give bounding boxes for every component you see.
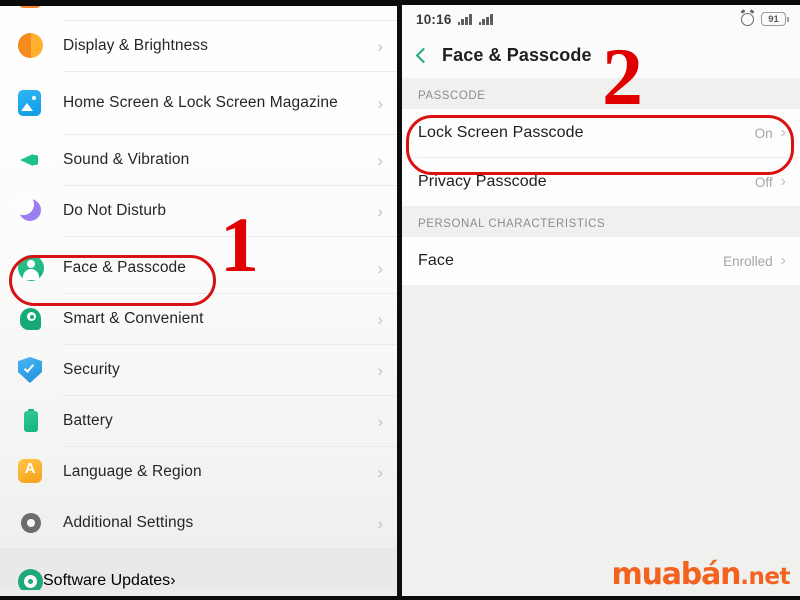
list-item-privacy-passcode[interactable]: Privacy Passcode Off › [402, 158, 800, 206]
language-region-icon: A [18, 459, 44, 485]
sidebar-item-additional-settings[interactable]: Additional Settings › [0, 498, 397, 548]
signal-bars-icon [457, 13, 472, 25]
list-item-face[interactable]: Face Enrolled › [402, 237, 800, 285]
chevron-right-icon: › [223, 0, 228, 5]
chevron-right-icon: › [377, 411, 383, 431]
list-item-label: Privacy Passcode [418, 173, 547, 190]
language-icon-glyph: A [24, 460, 36, 477]
sidebar-item-battery[interactable]: Battery › [0, 396, 397, 446]
chevron-right-icon: › [377, 150, 383, 170]
sidebar-item-software-updates[interactable]: Software Updates › [0, 548, 397, 590]
sidebar-item-language-region[interactable]: A Language & Region › [0, 447, 397, 497]
status-bar-time: 10:16 [416, 11, 452, 27]
list-item-label: Lock Screen Passcode [418, 124, 584, 141]
navigation-bar: Face & Passcode [402, 33, 800, 78]
signal-bars-icon-2 [478, 13, 493, 25]
sidebar-item-notifications[interactable]: Notifications & Status Bar › [0, 0, 397, 20]
sound-vibration-icon [18, 147, 44, 173]
sidebar-item-label: Do Not Disturb [63, 202, 167, 220]
left-settings-panel: Notifications & Status Bar › Display & B… [0, 0, 397, 600]
status-bar: 10:16 91 [402, 0, 800, 33]
status-badge-battery: 91 [761, 12, 789, 26]
status-bar-signals [457, 13, 493, 25]
display-brightness-icon [18, 33, 44, 59]
list-item-value: Enrolled [723, 253, 773, 269]
list-item-value: On [754, 125, 773, 141]
chevron-right-icon: › [377, 513, 383, 533]
chevron-right-icon: › [377, 462, 383, 482]
security-shield-icon [18, 357, 44, 383]
home-screen-icon [18, 90, 44, 116]
chevron-right-icon: › [780, 252, 786, 269]
additional-settings-gear-icon [18, 510, 44, 536]
section-header-passcode: PASSCODE [402, 78, 800, 109]
chevron-right-icon: › [377, 201, 383, 221]
watermark-text: muabán [611, 557, 742, 592]
alarm-clock-icon [741, 12, 754, 26]
back-chevron-icon[interactable] [415, 47, 432, 64]
sidebar-item-smart-convenient[interactable]: Smart & Convenient › [0, 294, 397, 344]
face-passcode-icon [18, 255, 44, 281]
sidebar-item-label: Notifications & Status Bar [42, 0, 223, 5]
sidebar-item-label: Face & Passcode [63, 259, 186, 277]
chevron-right-icon: › [780, 124, 786, 141]
right-detail-panel: 10:16 91 Face & Passcode PASSCODE Lock S… [402, 0, 800, 600]
sidebar-item-label: Software Updates [43, 572, 171, 589]
chevron-right-icon: › [780, 173, 786, 190]
sidebar-item-label: Smart & Convenient [63, 310, 204, 328]
sidebar-item-display-brightness[interactable]: Display & Brightness › [0, 21, 397, 71]
page-title: Face & Passcode [442, 45, 592, 65]
chevron-right-icon: › [377, 258, 383, 278]
sidebar-item-label: Sound & Vibration [63, 151, 190, 169]
smart-convenient-icon [18, 306, 44, 332]
notifications-icon [18, 0, 42, 8]
chevron-right-icon: › [170, 572, 176, 589]
section-header-personal-characteristics: PERSONAL CHARACTERISTICS [402, 206, 800, 237]
sidebar-item-label: Battery [63, 412, 113, 430]
software-updates-icon [18, 568, 43, 590]
sidebar-item-do-not-disturb[interactable]: Do Not Disturb › [0, 186, 397, 236]
sidebar-item-label: Language & Region [63, 463, 202, 481]
watermark-suffix: .net [740, 564, 790, 590]
sidebar-item-face-passcode[interactable]: Face & Passcode › [0, 243, 397, 293]
sidebar-item-sound-vibration[interactable]: Sound & Vibration › [0, 135, 397, 185]
chevron-right-icon: › [377, 36, 383, 56]
chevron-right-icon: › [377, 93, 383, 113]
panel-divider [397, 0, 402, 600]
list-item-lock-screen-passcode[interactable]: Lock Screen Passcode On › [402, 109, 800, 157]
sidebar-item-security[interactable]: Security › [0, 345, 397, 395]
sidebar-item-label: Security [63, 361, 120, 379]
list-item-value: Off [754, 174, 773, 190]
chevron-right-icon: › [377, 309, 383, 329]
sidebar-item-label: Display & Brightness [63, 37, 209, 55]
sidebar-item-label: Additional Settings [63, 514, 194, 532]
watermark-muaban: muabán.net [611, 557, 791, 592]
sidebar-item-label: Home Screen & Lock Screen Magazine [63, 94, 338, 112]
screenshot-root: Notifications & Status Bar › Display & B… [0, 0, 800, 600]
do-not-disturb-moon-icon [13, 194, 44, 224]
chevron-right-icon: › [377, 360, 383, 380]
sidebar-item-home-screen[interactable]: Home Screen & Lock Screen Magazine › [0, 72, 397, 134]
battery-icon [18, 408, 44, 434]
list-item-label: Face [418, 252, 454, 269]
